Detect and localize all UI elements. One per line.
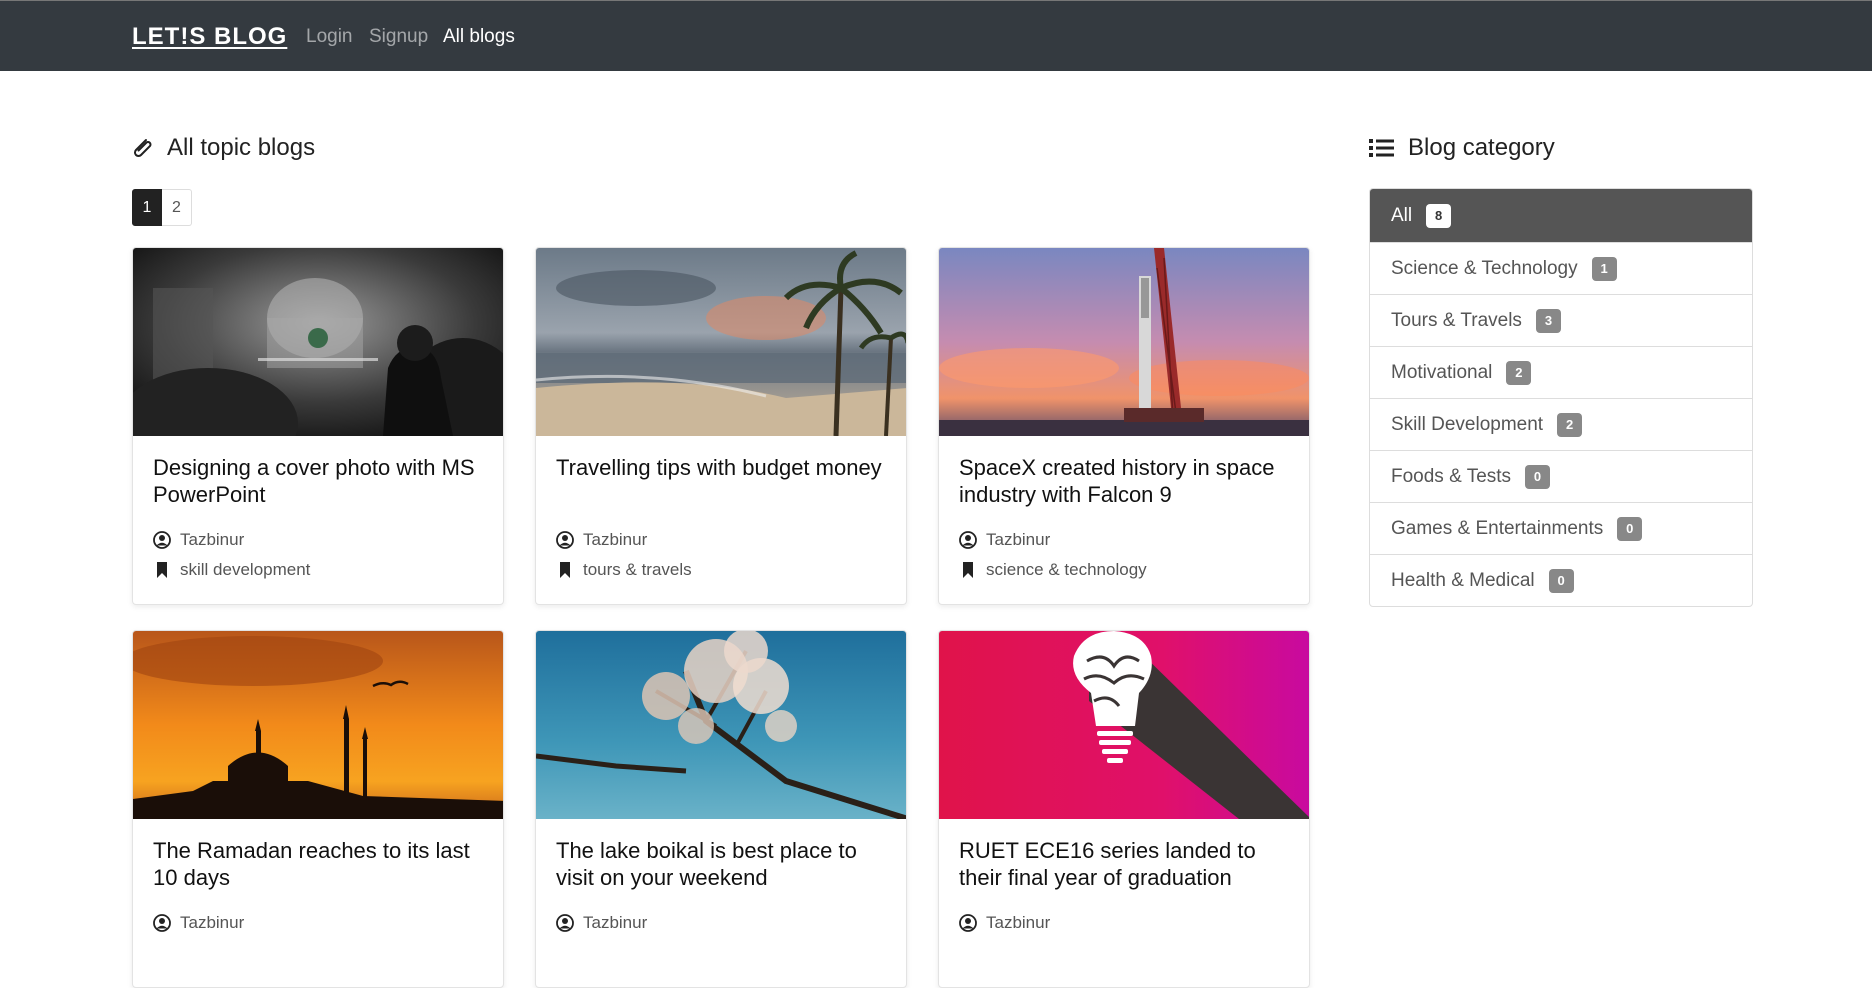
main-title-text: All topic blogs [167, 134, 316, 161]
bookmark-icon [963, 562, 973, 578]
category-list: All 8 Science & Technology 1 Tours & Tra… [1369, 188, 1753, 607]
user-circle-icon [959, 531, 977, 549]
post-author: Tazbinur [153, 909, 483, 937]
author-name[interactable]: Tazbinur [180, 913, 244, 933]
category-name[interactable]: tours & travels [583, 560, 692, 580]
category-count-badge: 1 [1591, 256, 1617, 281]
category-item-science-technology[interactable]: Science & Technology 1 [1370, 242, 1752, 294]
post-author: Tazbinur [959, 909, 1289, 937]
blog-card[interactable]: Designing a cover photo with MS PowerPoi… [132, 247, 504, 605]
post-title[interactable]: Designing a cover photo with MS PowerPoi… [153, 454, 483, 524]
main-title: All topic blogs [131, 134, 315, 162]
user-circle-icon [556, 531, 574, 549]
category-name[interactable]: science & technology [986, 560, 1147, 580]
bookmark-icon [157, 562, 167, 578]
list-icon [1369, 139, 1394, 157]
category-label: Motivational [1391, 361, 1493, 383]
blog-card[interactable]: Travelling tips with budget money Tazbin… [535, 247, 907, 605]
blog-card[interactable]: RUET ECE16 series landed to their final … [938, 630, 1310, 988]
category-item-health-medical[interactable]: Health & Medical 0 [1370, 554, 1752, 606]
author-name[interactable]: Tazbinur [583, 913, 647, 933]
category-count-badge: 2 [1557, 412, 1583, 437]
category-label: Health & Medical [1391, 569, 1535, 591]
sidebar-title-text: Blog category [1408, 134, 1555, 161]
category-item-games-entertainments[interactable]: Games & Entertainments 0 [1370, 502, 1752, 554]
post-cover-image[interactable] [536, 631, 906, 819]
post-title[interactable]: SpaceX created history in space industry… [959, 454, 1289, 524]
post-author: Tazbinur [153, 526, 483, 554]
post-title[interactable]: Travelling tips with budget money [556, 454, 886, 524]
paperclip-icon [133, 139, 152, 158]
author-name[interactable]: Tazbinur [180, 530, 244, 550]
post-title[interactable]: RUET ECE16 series landed to their final … [959, 837, 1289, 907]
category-label: Tours & Travels [1391, 309, 1522, 331]
category-count-badge: 0 [1617, 516, 1643, 541]
category-count-badge: 8 [1426, 203, 1452, 228]
category-item-tours-travels[interactable]: Tours & Travels 3 [1370, 294, 1752, 346]
blog-card[interactable]: SpaceX created history in space industry… [938, 247, 1310, 605]
user-circle-icon [959, 914, 977, 932]
post-cover-image[interactable] [939, 631, 1309, 819]
blog-card[interactable]: The Ramadan reaches to its last 10 days … [132, 630, 504, 988]
author-name[interactable]: Tazbinur [986, 913, 1050, 933]
category-label: Skill Development [1391, 413, 1544, 435]
post-category: skill development [153, 556, 483, 584]
post-author: Tazbinur [556, 909, 886, 937]
blog-card[interactable]: The lake boikal is best place to visit o… [535, 630, 907, 988]
category-label: Foods & Tests [1391, 465, 1512, 487]
user-circle-icon [153, 914, 171, 932]
category-count-badge: 3 [1535, 308, 1561, 333]
bookmark-icon [560, 562, 570, 578]
category-label: Science & Technology [1391, 257, 1578, 279]
post-author: Tazbinur [556, 526, 886, 554]
post-cover-image[interactable] [939, 248, 1309, 436]
sidebar-title: Blog category [1369, 134, 1555, 162]
post-author: Tazbinur [959, 526, 1289, 554]
category-count-badge: 0 [1548, 568, 1574, 593]
page-1-button[interactable]: 1 [132, 189, 162, 226]
post-title[interactable]: The Ramadan reaches to its last 10 days [153, 837, 483, 907]
nav-all-blogs[interactable]: All blogs [443, 26, 515, 48]
page-2-button[interactable]: 2 [162, 189, 192, 226]
user-circle-icon [556, 914, 574, 932]
category-item-skill-development[interactable]: Skill Development 2 [1370, 398, 1752, 450]
post-category: tours & travels [556, 556, 886, 584]
category-count-badge: 2 [1506, 360, 1532, 385]
navbar: LET!S BLOG Login Signup All blogs [0, 0, 1872, 71]
category-label: Games & Entertainments [1391, 517, 1604, 539]
post-cover-image[interactable] [536, 248, 906, 436]
post-title[interactable]: The lake boikal is best place to visit o… [556, 837, 886, 907]
author-name[interactable]: Tazbinur [583, 530, 647, 550]
category-item-foods-tests[interactable]: Foods & Tests 0 [1370, 450, 1752, 502]
pagination: 1 2 [132, 189, 192, 226]
user-circle-icon [153, 531, 171, 549]
category-item-all[interactable]: All 8 [1370, 189, 1752, 242]
category-name[interactable]: skill development [180, 560, 310, 580]
category-count-badge: 0 [1525, 464, 1551, 489]
post-cover-image[interactable] [133, 248, 503, 436]
category-item-motivational[interactable]: Motivational 2 [1370, 346, 1752, 398]
category-label: All [1391, 204, 1413, 226]
brand-logo[interactable]: LET!S BLOG [132, 23, 287, 51]
post-cover-image[interactable] [133, 631, 503, 819]
nav-login[interactable]: Login [306, 26, 353, 48]
post-category: science & technology [959, 556, 1289, 584]
author-name[interactable]: Tazbinur [986, 530, 1050, 550]
nav-signup[interactable]: Signup [369, 26, 428, 48]
